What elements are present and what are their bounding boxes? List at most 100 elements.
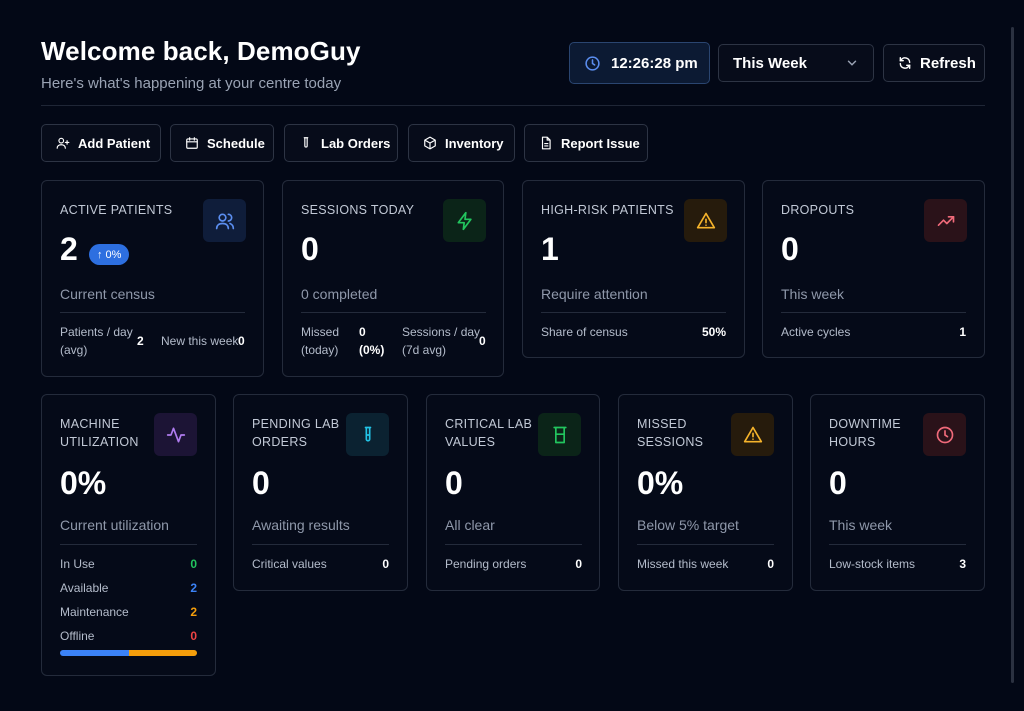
add-patient-button[interactable]: Add Patient xyxy=(41,124,161,162)
stat-desc: Require attention xyxy=(541,286,648,302)
card-separator xyxy=(829,544,966,545)
trend-badge: ↑ 0% xyxy=(89,244,130,265)
stat-detail-value: 0 xyxy=(767,557,774,571)
stat-label: In Use xyxy=(60,557,95,571)
machine-utilization-card: MACHINE UTILIZATION 0% Current utilizatio… xyxy=(41,394,216,676)
inventory-label: Inventory xyxy=(445,135,504,151)
calendar-icon xyxy=(186,137,198,149)
activity-icon xyxy=(154,413,197,456)
stat-label: Maintenance xyxy=(60,605,129,619)
stat-label: Missed this week xyxy=(637,557,729,571)
stat-label: Available xyxy=(60,581,109,595)
stat-detail-value: 0 xyxy=(382,557,389,571)
stat-detail-row: Low-stock items 3 xyxy=(829,557,966,571)
card-title: MACHINE UTILIZATION xyxy=(60,417,139,449)
stat-desc: All clear xyxy=(445,517,495,533)
clock-icon xyxy=(923,413,966,456)
lab-orders-label: Lab Orders xyxy=(321,135,391,151)
stat-label: Missed (today) xyxy=(301,325,340,357)
stat-detail-value: 3 xyxy=(959,557,966,571)
stat-value: 2 xyxy=(60,231,78,267)
test-tube-icon xyxy=(346,413,389,456)
stat-detail-row: Critical values 0 xyxy=(252,557,389,571)
stat-label: Patients / day (avg) xyxy=(60,325,133,357)
refresh-icon xyxy=(899,57,911,69)
pending-lab-orders-card: PENDING LAB ORDERS 0 Awaiting results Cri… xyxy=(233,394,408,591)
card-separator xyxy=(781,312,966,313)
card-separator xyxy=(252,544,389,545)
stat-label: Offline xyxy=(60,629,95,643)
add-patient-label: Add Patient xyxy=(78,135,151,151)
package-icon xyxy=(424,136,436,150)
stat-desc: Current census xyxy=(60,286,155,302)
chevron-down-icon xyxy=(847,60,857,66)
stat-detail-row: Share of census 50% xyxy=(541,325,726,339)
stat-detail-value: 0 xyxy=(238,334,245,348)
card-title: PENDING LAB ORDERS xyxy=(252,417,340,449)
stat-detail-row: Missed this week 0 xyxy=(637,557,774,571)
dropouts-card: DROPOUTS 0 This week Active cycles 1 xyxy=(762,180,985,358)
card-separator xyxy=(445,544,582,545)
stat-detail-value: 2 xyxy=(190,581,197,595)
report-issue-button[interactable]: Report Issue xyxy=(524,124,648,162)
stat-detail-value: 0 xyxy=(575,557,582,571)
stat-detail-value: 0 (0%) xyxy=(359,325,385,357)
critical-lab-values-card: CRITICAL LAB VALUES 0 All clear Pending o… xyxy=(426,394,600,591)
stat-detail-value: 50% xyxy=(701,325,726,339)
period-select[interactable]: This Week xyxy=(718,44,874,82)
stat-label: New this week xyxy=(161,334,239,348)
stat-detail-value: 1 xyxy=(959,325,966,339)
header-divider xyxy=(41,105,985,106)
stat-label: Low-stock items xyxy=(829,557,916,571)
stat-value: 0 xyxy=(301,231,319,267)
stat-detail-row: Pending orders 0 xyxy=(445,557,582,571)
alert-triangle-icon xyxy=(731,413,774,456)
stat-detail-value: 0 xyxy=(190,629,197,643)
page-header: Welcome back, DemoGuy Here's what's happ… xyxy=(41,36,361,92)
stat-value: 0 xyxy=(829,465,847,501)
stat-detail-value: 2 xyxy=(137,334,144,348)
card-separator xyxy=(60,544,197,545)
report-issue-label: Report Issue xyxy=(561,135,640,151)
card-separator xyxy=(60,312,245,313)
card-title: HIGH-RISK PATIENTS xyxy=(541,203,674,217)
card-separator xyxy=(301,312,486,313)
clock-time: 12:26:28 pm xyxy=(611,54,698,72)
stat-desc: Awaiting results xyxy=(252,517,350,533)
stat-value: 0% xyxy=(60,465,107,501)
user-plus-icon xyxy=(56,137,70,149)
schedule-button[interactable]: Schedule xyxy=(170,124,274,162)
stat-label: Share of census xyxy=(541,325,628,339)
stat-value: 0 xyxy=(252,465,270,501)
trend-badge-value: 0% xyxy=(105,248,122,261)
stat-value: 1 xyxy=(541,231,559,267)
refresh-button[interactable]: Refresh xyxy=(883,44,985,82)
sessions-today-card: SESSIONS TODAY 0 0 completed Missed (toda… xyxy=(282,180,504,377)
test-tube-icon xyxy=(303,137,309,148)
stat-label: Sessions / day (7d avg) xyxy=(402,325,481,357)
stat-label: Critical values xyxy=(252,557,327,571)
card-separator xyxy=(637,544,774,545)
file-text-icon xyxy=(541,136,551,150)
stat-detail-value: 2 xyxy=(190,605,197,619)
refresh-label: Refresh xyxy=(920,54,976,72)
scrollbar[interactable] xyxy=(1011,27,1014,683)
stat-value: 0% xyxy=(637,465,684,501)
stat-detail-row: Active cycles 1 xyxy=(781,325,966,339)
trending-up-icon xyxy=(924,199,967,242)
machine-status-row: Available 2 xyxy=(60,581,197,595)
stat-desc: This week xyxy=(829,517,893,533)
card-title: DOWNTIME HOURS xyxy=(829,417,901,449)
card-title: CRITICAL LAB VALUES xyxy=(445,417,533,449)
schedule-label: Schedule xyxy=(207,135,265,151)
card-title: SESSIONS TODAY xyxy=(301,203,415,217)
clock-icon xyxy=(585,55,600,71)
card-title: MISSED SESSIONS xyxy=(637,417,704,449)
missed-sessions-card: MISSED SESSIONS 0% Below 5% target Missed… xyxy=(618,394,793,591)
inventory-button[interactable]: Inventory xyxy=(408,124,515,162)
lab-orders-button[interactable]: Lab Orders xyxy=(284,124,398,162)
stat-label: Pending orders xyxy=(445,557,527,571)
machine-status-row: In Use 0 xyxy=(60,557,197,571)
page-title: Welcome back, DemoGuy xyxy=(41,36,361,66)
active-patients-card: ACTIVE PATIENTS 2 ↑ 0% Current census Pa… xyxy=(41,180,264,377)
